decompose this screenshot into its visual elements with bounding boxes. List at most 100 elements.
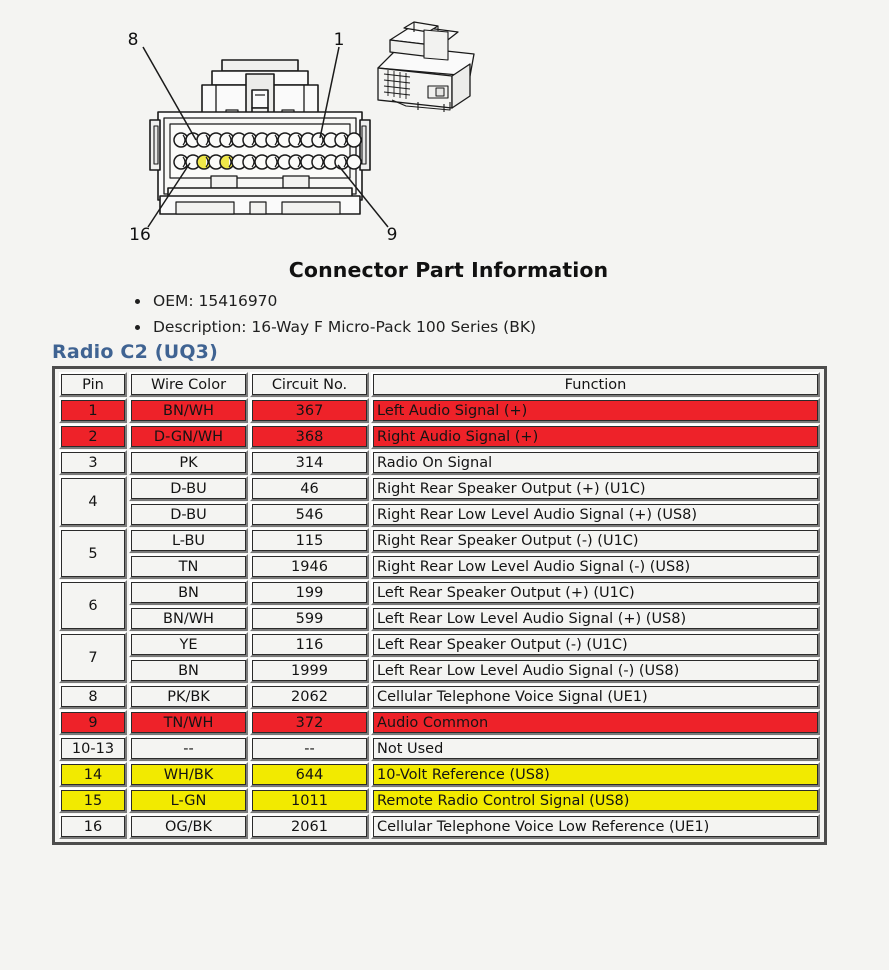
- cell-wire-color: L-GN: [129, 788, 248, 813]
- cell-function: Left Rear Low Level Audio Signal (+) (US…: [371, 606, 820, 631]
- cell-pin: 7: [59, 632, 127, 683]
- cell-pin: 2: [59, 424, 127, 449]
- connector-part-information: Connector Part Information OEM: 15416970…: [0, 258, 889, 340]
- callout-label-bottom-right: 9: [387, 225, 398, 245]
- cell-circuit-no: 2062: [250, 684, 369, 709]
- table-row: 1 BN/WH 367 Left Audio Signal (+): [59, 398, 820, 423]
- cell-function: Right Rear Low Level Audio Signal (-) (U…: [371, 554, 820, 579]
- table-row: 5 L-BU 115 Right Rear Speaker Output (-) (U…: [59, 528, 820, 579]
- cell-wire-color: PK: [129, 450, 248, 475]
- cell-wire-color: D-GN/WH: [129, 424, 248, 449]
- column-header-function: Function: [371, 372, 820, 397]
- table-row: 15 L-GN 1011 Remote Radio Control Signal (U…: [59, 788, 820, 813]
- cell-pin: 16: [59, 814, 127, 839]
- cell-function: Radio On Signal: [371, 450, 820, 475]
- cell-function: Left Audio Signal (+): [371, 398, 820, 423]
- table-row: 8 PK/BK 2062 Cellular Telephone Voice Signa…: [59, 684, 820, 709]
- cell-circuit-no: 367: [250, 398, 369, 423]
- pinout-table-container: Pin Wire Color Circuit No. Function 1 BN/…: [52, 366, 827, 845]
- cell-pin: 3: [59, 450, 127, 475]
- cell-function: Right Rear Speaker Output (-) (U1C): [371, 528, 820, 553]
- table-row: 16 OG/BK 2061 Cellular Telephone Voice Low …: [59, 814, 820, 839]
- cell-wire-color: BN/WH: [129, 398, 248, 423]
- cell-function: Right Rear Low Level Audio Signal (+) (U…: [371, 502, 820, 527]
- cell-pin: 9: [59, 710, 127, 735]
- connector-diagram: 8 1 16 9: [0, 0, 889, 250]
- cell-wire-color: OG/BK: [129, 814, 248, 839]
- cell-pin: 5: [59, 528, 127, 579]
- part-info-description: Description: 16-Way F Micro-Pack 100 Ser…: [135, 314, 889, 340]
- cell-function: Cellular Telephone Voice Low Reference (…: [371, 814, 820, 839]
- cell-wire-color: YE: [129, 632, 248, 657]
- cell-wire-color: D-BU: [129, 502, 248, 527]
- part-info-title: Connector Part Information: [288, 258, 609, 282]
- table-row: 9 TN/WH 372 Audio Common: [59, 710, 820, 735]
- cell-wire-color: TN: [129, 554, 248, 579]
- column-header-circuit: Circuit No.: [250, 372, 369, 397]
- table-row: D-BU 546 Right Rear Low Level Audio Signal…: [59, 502, 820, 527]
- cell-circuit-no: 46: [250, 476, 369, 501]
- cell-circuit-no: --: [250, 736, 369, 761]
- cell-function: Left Rear Low Level Audio Signal (-) (US…: [371, 658, 820, 683]
- cell-function: 10-Volt Reference (US8): [371, 762, 820, 787]
- cell-wire-color: PK/BK: [129, 684, 248, 709]
- cavity-highlighted-a: [196, 154, 224, 170]
- cell-circuit-no: 314: [250, 450, 369, 475]
- cell-wire-color: D-BU: [129, 476, 248, 501]
- connector-isometric-inset: [377, 21, 475, 112]
- cell-pin: 8: [59, 684, 127, 709]
- cell-pin: 14: [59, 762, 127, 787]
- callout-label-top-left: 8: [128, 30, 139, 50]
- connector-diagram-svg: 8 1 16 9: [128, 21, 475, 245]
- cell-pin: 4: [59, 476, 127, 527]
- table-row: 4 D-BU 46 Right Rear Speaker Output (+) (U1…: [59, 476, 820, 527]
- pinout-table-body: 1 BN/WH 367 Left Audio Signal (+) 2 D-GN/WH 36…: [59, 398, 820, 839]
- cell-circuit-no: 1999: [250, 658, 369, 683]
- cell-function: Remote Radio Control Signal (US8): [371, 788, 820, 813]
- callout-label-top-right: 1: [334, 30, 345, 50]
- cell-circuit-no: 1946: [250, 554, 369, 579]
- table-row: 6 BN 199 Left Rear Speaker Output (+) (U1C): [59, 580, 820, 631]
- table-row: 14 WH/BK 644 10-Volt Reference (US8): [59, 762, 820, 787]
- cell-circuit-no: 644: [250, 762, 369, 787]
- cell-wire-color: TN/WH: [129, 710, 248, 735]
- cell-wire-color: L-BU: [129, 528, 248, 553]
- cell-pin: 6: [59, 580, 127, 631]
- cavity-row-bottom: [173, 154, 362, 170]
- cell-pin: 1: [59, 398, 127, 423]
- cell-wire-color: BN/WH: [129, 606, 248, 631]
- pinout-table: Pin Wire Color Circuit No. Function 1 BN/…: [57, 371, 822, 840]
- cell-circuit-no: 115: [250, 528, 369, 553]
- part-info-list: OEM: 15416970 Description: 16-Way F Micr…: [0, 288, 889, 340]
- section-heading-radio-c2: Radio C2 (UQ3): [52, 341, 218, 363]
- cell-circuit-no: 2061: [250, 814, 369, 839]
- table-row: 2 D-GN/WH 368 Right Audio Signal (+): [59, 424, 820, 449]
- part-info-oem: OEM: 15416970: [135, 288, 889, 314]
- cell-circuit-no: 116: [250, 632, 369, 657]
- cell-circuit-no: 368: [250, 424, 369, 449]
- cell-function: Left Rear Speaker Output (-) (U1C): [371, 632, 820, 657]
- cell-function: Left Rear Speaker Output (+) (U1C): [371, 580, 820, 605]
- cell-function: Audio Common: [371, 710, 820, 735]
- callout-label-bottom-left: 16: [129, 225, 151, 245]
- cell-pin: 15: [59, 788, 127, 813]
- table-row: TN 1946 Right Rear Low Level Audio Signal …: [59, 554, 820, 579]
- cell-function: Right Audio Signal (+): [371, 424, 820, 449]
- cell-pin: 10-13: [59, 736, 127, 761]
- cell-wire-color: --: [129, 736, 248, 761]
- cell-circuit-no: 1011: [250, 788, 369, 813]
- cell-circuit-no: 599: [250, 606, 369, 631]
- table-row: BN 1999 Left Rear Low Level Audio Signal (…: [59, 658, 820, 683]
- cell-function: Right Rear Speaker Output (+) (U1C): [371, 476, 820, 501]
- column-header-pin: Pin: [59, 372, 127, 397]
- cell-circuit-no: 372: [250, 710, 369, 735]
- cavity-highlighted-b: [219, 154, 247, 170]
- cell-circuit-no: 199: [250, 580, 369, 605]
- column-header-wire: Wire Color: [129, 372, 248, 397]
- table-header-row: Pin Wire Color Circuit No. Function: [59, 372, 820, 397]
- cell-wire-color: BN: [129, 658, 248, 683]
- cavity-row-top: [173, 132, 362, 148]
- table-row: BN/WH 599 Left Rear Low Level Audio Signal…: [59, 606, 820, 631]
- table-row: 7 YE 116 Left Rear Speaker Output (-) (U1C): [59, 632, 820, 683]
- table-row: 3 PK 314 Radio On Signal: [59, 450, 820, 475]
